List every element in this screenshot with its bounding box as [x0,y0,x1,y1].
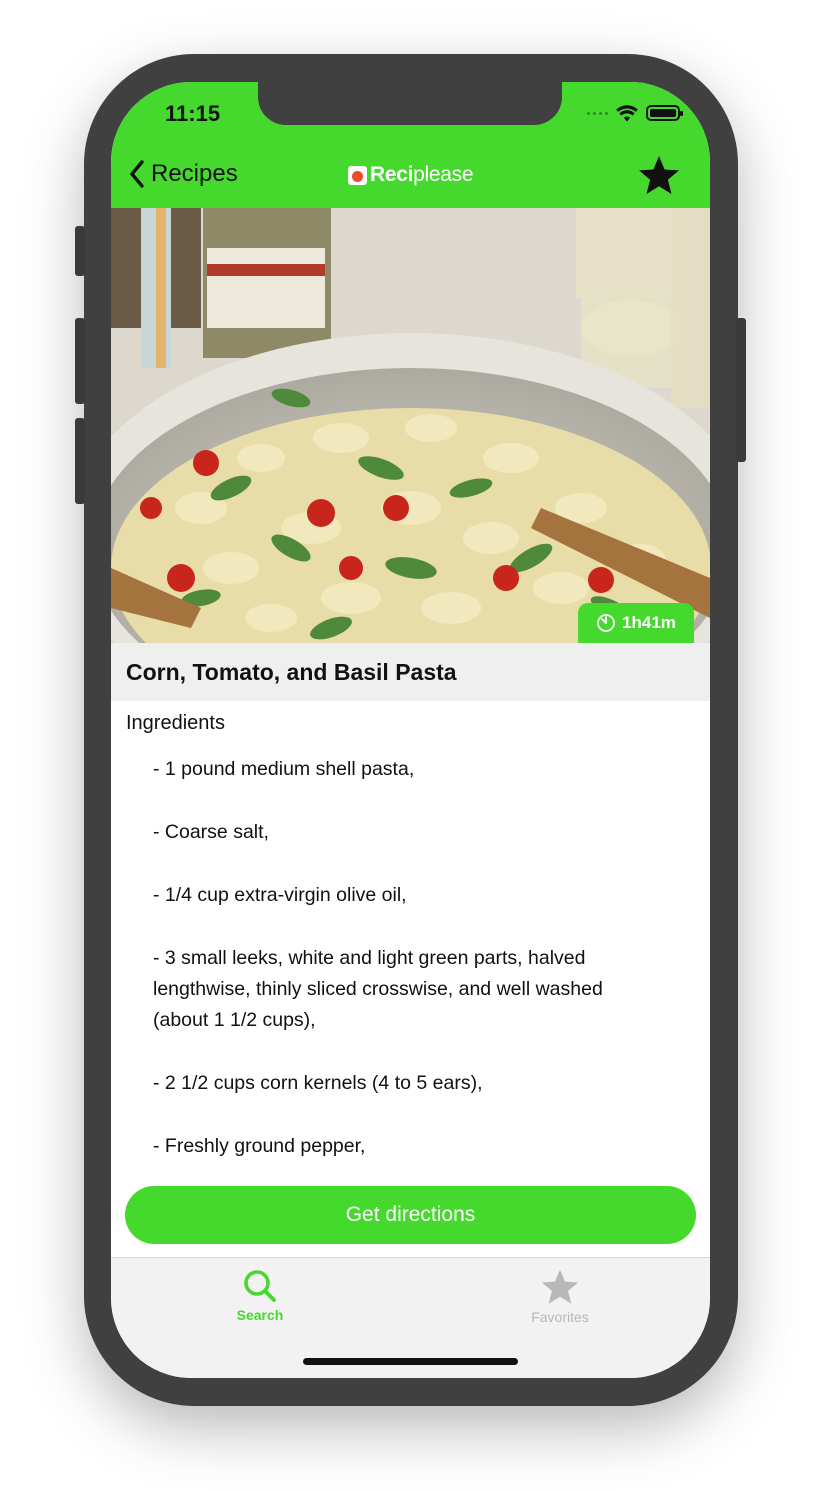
volume-down-button [75,418,85,504]
recipe-photo: 1h41m [111,208,710,643]
timer-icon [597,614,615,632]
tomato-logo-icon [348,165,367,185]
ingredient-item: - 1/4 cup extra-virgin olive oil, [153,884,407,906]
ingredient-item: - 2 1/2 cups corn kernels (4 to 5 ears), [153,1072,483,1094]
tab-favorites-label: Favorites [531,1309,589,1325]
search-icon [244,1270,276,1302]
ingredients-section[interactable]: Ingredients - 1 pound medium shell pasta… [111,701,710,1181]
ingredients-list: - 1 pound medium shell pasta, - Coarse s… [153,754,653,1181]
battery-icon [646,105,683,121]
cellular-signal-icon [587,111,608,115]
silent-switch [75,226,85,276]
app-screen: 11:15 Recipes Reciplease 1h41m Corn, Tom… [111,82,710,1378]
status-icons [587,102,683,124]
app-logo-title: Reciplease [348,163,474,187]
app-title: Reciplease [370,163,474,186]
tab-search[interactable]: Search [200,1268,320,1323]
home-indicator[interactable] [303,1358,518,1365]
pasta-bowl-illustration [111,208,710,643]
get-directions-button[interactable]: Get directions [125,1186,696,1244]
tab-search-label: Search [236,1307,284,1323]
ingredients-heading: Ingredients [126,712,225,734]
volume-up-button [75,318,85,404]
power-button [736,318,746,462]
navigation-bar: 11:15 Recipes Reciplease [111,82,710,208]
cook-time-badge: 1h41m [578,603,694,643]
device-notch [258,82,562,125]
star-icon [541,1269,579,1304]
ingredient-item: - Freshly ground pepper, [153,1135,366,1157]
wifi-icon [616,104,638,121]
cook-time-label: 1h41m [622,613,676,632]
ingredient-item: - 1 pound medium shell pasta, [153,758,415,780]
ingredient-item: - Coarse salt, [153,821,269,843]
chevron-left-icon [130,160,144,188]
recipe-title-band: Corn, Tomato, and Basil Pasta [111,643,710,701]
back-button-label: Recipes [151,160,238,187]
favorite-star-icon[interactable] [637,154,681,198]
back-button[interactable]: Recipes [129,160,238,188]
ingredient-item: - 3 small leeks, white and light green p… [153,947,603,1031]
status-time: 11:15 [165,101,221,126]
tab-favorites[interactable]: Favorites [500,1268,620,1325]
recipe-title: Corn, Tomato, and Basil Pasta [126,659,457,685]
